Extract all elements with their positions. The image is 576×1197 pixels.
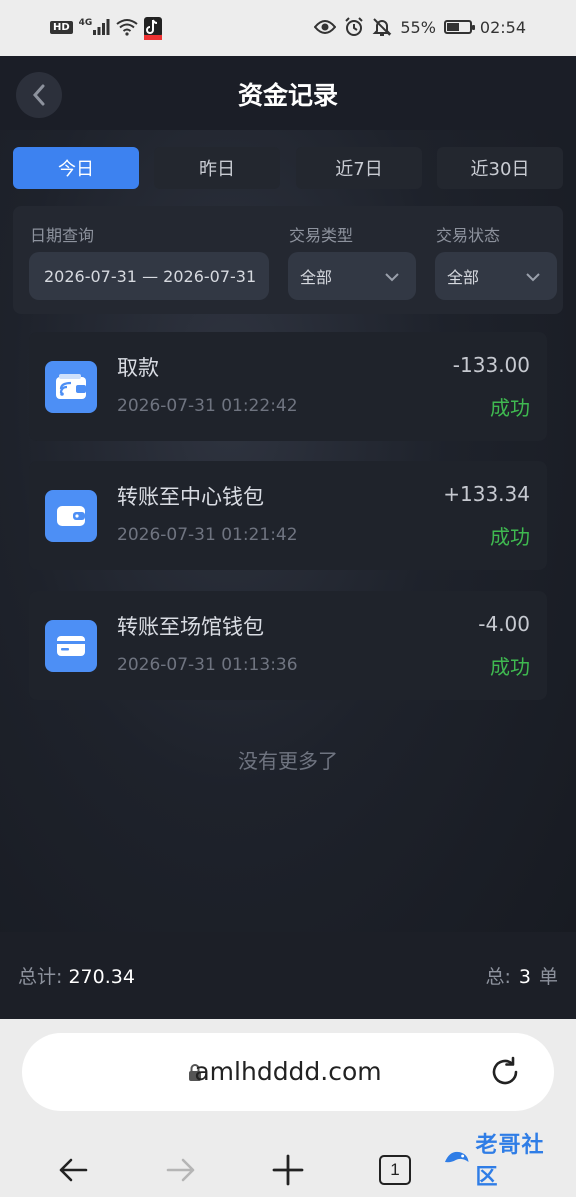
record-time: 2026-07-31 01:22:42 — [117, 396, 298, 416]
page-title: 资金记录 — [237, 81, 338, 110]
count-value: 3 — [518, 966, 531, 988]
date-tabs: 今日 昨日 近7日 近30日 — [13, 147, 563, 189]
record-amount: -4.00 — [478, 612, 530, 636]
total-value: 270.34 — [68, 966, 135, 988]
plus-icon — [272, 1154, 304, 1186]
tab-30-days[interactable]: 近30日 — [437, 147, 563, 189]
app-content: 资金记录 今日 昨日 近7日 近30日 日期查询 交易类型 交易状态 2026-… — [0, 56, 576, 1019]
record-status: 成功 — [490, 655, 530, 679]
new-tab-button[interactable] — [263, 1147, 313, 1193]
chevron-down-icon — [526, 273, 540, 282]
tab-yesterday[interactable]: 昨日 — [154, 147, 280, 189]
record-time: 2026-07-31 01:21:42 — [117, 525, 298, 545]
clock: 02:54 — [479, 17, 526, 37]
tab-today[interactable]: 今日 — [13, 147, 139, 189]
signal-icon: 4G — [79, 18, 111, 36]
arrow-right-icon — [166, 1158, 195, 1182]
status-bar: HD 4G 55% 02:54 — [0, 0, 576, 56]
record-status: 成功 — [490, 525, 530, 549]
record-title: 转账至场馆钱包 — [117, 615, 264, 639]
url-text: amlhdddd.com — [194, 1057, 382, 1086]
total-label: 总计: — [18, 966, 63, 988]
no-more-text: 没有更多了 — [238, 749, 338, 773]
tab-count: 1 — [379, 1155, 411, 1185]
chevron-down-icon — [385, 273, 399, 282]
browser-bar: amlhdddd.com 1 老哥社区 — [0, 1019, 576, 1197]
record-amount: +133.34 — [443, 482, 530, 506]
totals-bar: 总计: 270.34 总: 3 单 — [0, 932, 576, 1019]
record-row[interactable]: 取款 2026-07-31 01:22:42 -133.00 成功 — [29, 332, 547, 441]
filter-panel: 日期查询 交易类型 交易状态 2026-07-31 — 2026-07-31 全… — [13, 206, 563, 314]
reload-icon[interactable] — [488, 1055, 522, 1089]
transaction-type-value: 全部 — [300, 268, 333, 287]
transaction-type-select[interactable]: 全部 — [288, 252, 416, 300]
header: 资金记录 — [0, 56, 576, 130]
date-range-picker[interactable]: 2026-07-31 — 2026-07-31 — [29, 252, 269, 300]
battery-fill — [446, 23, 459, 31]
count-unit: 单 — [538, 966, 558, 988]
watermark-text: 老哥社区 — [475, 1133, 545, 1190]
address-bar[interactable]: amlhdddd.com — [22, 1033, 554, 1111]
browser-back-button[interactable] — [48, 1147, 98, 1193]
wallet-icon — [45, 490, 97, 542]
date-range-value: 2026-07-31 — 2026-07-31 — [44, 266, 257, 286]
watermark-logo: 老哥社区 — [442, 1133, 566, 1190]
count-label: 总: — [485, 966, 511, 988]
browser-forward-button[interactable] — [156, 1147, 206, 1193]
tiktok-icon — [144, 17, 163, 40]
eye-icon — [314, 19, 337, 35]
network-type: 4G — [78, 18, 93, 28]
record-row[interactable]: 转账至中心钱包 2026-07-31 01:21:42 +133.34 成功 — [29, 461, 547, 570]
record-title: 转账至中心钱包 — [117, 485, 264, 509]
transaction-status-label: 交易状态 — [436, 226, 501, 245]
alarm-icon — [344, 17, 364, 37]
hd-badge: HD — [50, 20, 73, 34]
tab-7-days[interactable]: 近7日 — [296, 147, 422, 189]
battery-percent: 55% — [400, 17, 436, 37]
date-query-label: 日期查询 — [30, 226, 95, 245]
wallet-cards-icon — [45, 361, 97, 413]
battery-icon — [443, 20, 475, 34]
transaction-status-value: 全部 — [447, 268, 480, 287]
transaction-status-select[interactable]: 全部 — [435, 252, 557, 300]
dragon-icon — [444, 1151, 469, 1163]
card-icon — [45, 620, 97, 672]
tabs-button[interactable]: 1 — [370, 1147, 420, 1193]
arrow-left-icon — [59, 1158, 88, 1182]
wifi-icon — [116, 18, 138, 36]
record-row[interactable]: 转账至场馆钱包 2026-07-31 01:13:36 -4.00 成功 — [29, 591, 547, 700]
total-amount: 总计: 270.34 — [18, 962, 135, 989]
record-amount: -133.00 — [452, 353, 530, 377]
record-time: 2026-07-31 01:13:36 — [117, 655, 298, 675]
transaction-type-label: 交易类型 — [289, 226, 354, 245]
total-count: 总: 3 单 — [485, 962, 558, 989]
record-status: 成功 — [490, 396, 530, 420]
mute-bell-icon — [372, 17, 392, 37]
record-title: 取款 — [117, 356, 159, 380]
